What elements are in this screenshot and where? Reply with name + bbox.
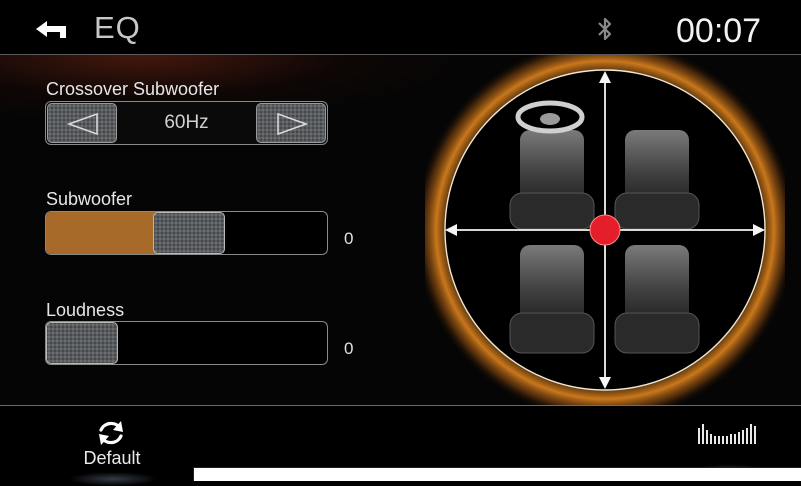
subwoofer-label: Subwoofer (46, 189, 133, 209)
crossover-value: 60Hz (164, 112, 209, 133)
crossover-next-button[interactable] (256, 103, 326, 143)
balance-fader-diagram[interactable] (425, 55, 785, 405)
balance-position-marker[interactable] (589, 214, 621, 246)
crossover-prev-button[interactable] (47, 103, 117, 143)
page-title: EQ (94, 10, 141, 45)
header-bar: EQ 00:07 (0, 0, 801, 54)
subwoofer-slider-thumb[interactable] (153, 212, 225, 254)
default-label: Default (83, 448, 141, 468)
triangle-right-icon (277, 112, 309, 136)
overlay-popup-edge (193, 467, 801, 481)
loudness-slider-thumb[interactable] (46, 322, 118, 364)
seat-rear-right (614, 245, 700, 354)
triangle-left-icon (66, 112, 98, 136)
seat-rear-left (509, 245, 595, 354)
default-button[interactable]: Default (60, 406, 170, 486)
clock: 00:07 (676, 12, 762, 50)
seat-front-right (614, 130, 700, 230)
loudness-value: 0 (344, 339, 354, 358)
eq-main-panel: Crossover Subwoofer 60Hz Subwoofer 0 Lou… (0, 55, 801, 405)
subwoofer-value: 0 (344, 229, 354, 248)
crossover-stepper: 60Hz (45, 101, 328, 145)
bluetooth-icon (598, 17, 612, 41)
default-button-glow (68, 472, 158, 486)
refresh-icon (99, 421, 123, 445)
loudness-slider[interactable] (45, 321, 328, 365)
crossover-label: Crossover Subwoofer (46, 79, 220, 99)
equalizer-bars-icon (698, 424, 756, 444)
subwoofer-slider[interactable] (45, 211, 328, 255)
loudness-label: Loudness (46, 300, 125, 320)
back-arrow-icon[interactable] (36, 18, 74, 40)
seat-front-left (509, 130, 595, 230)
